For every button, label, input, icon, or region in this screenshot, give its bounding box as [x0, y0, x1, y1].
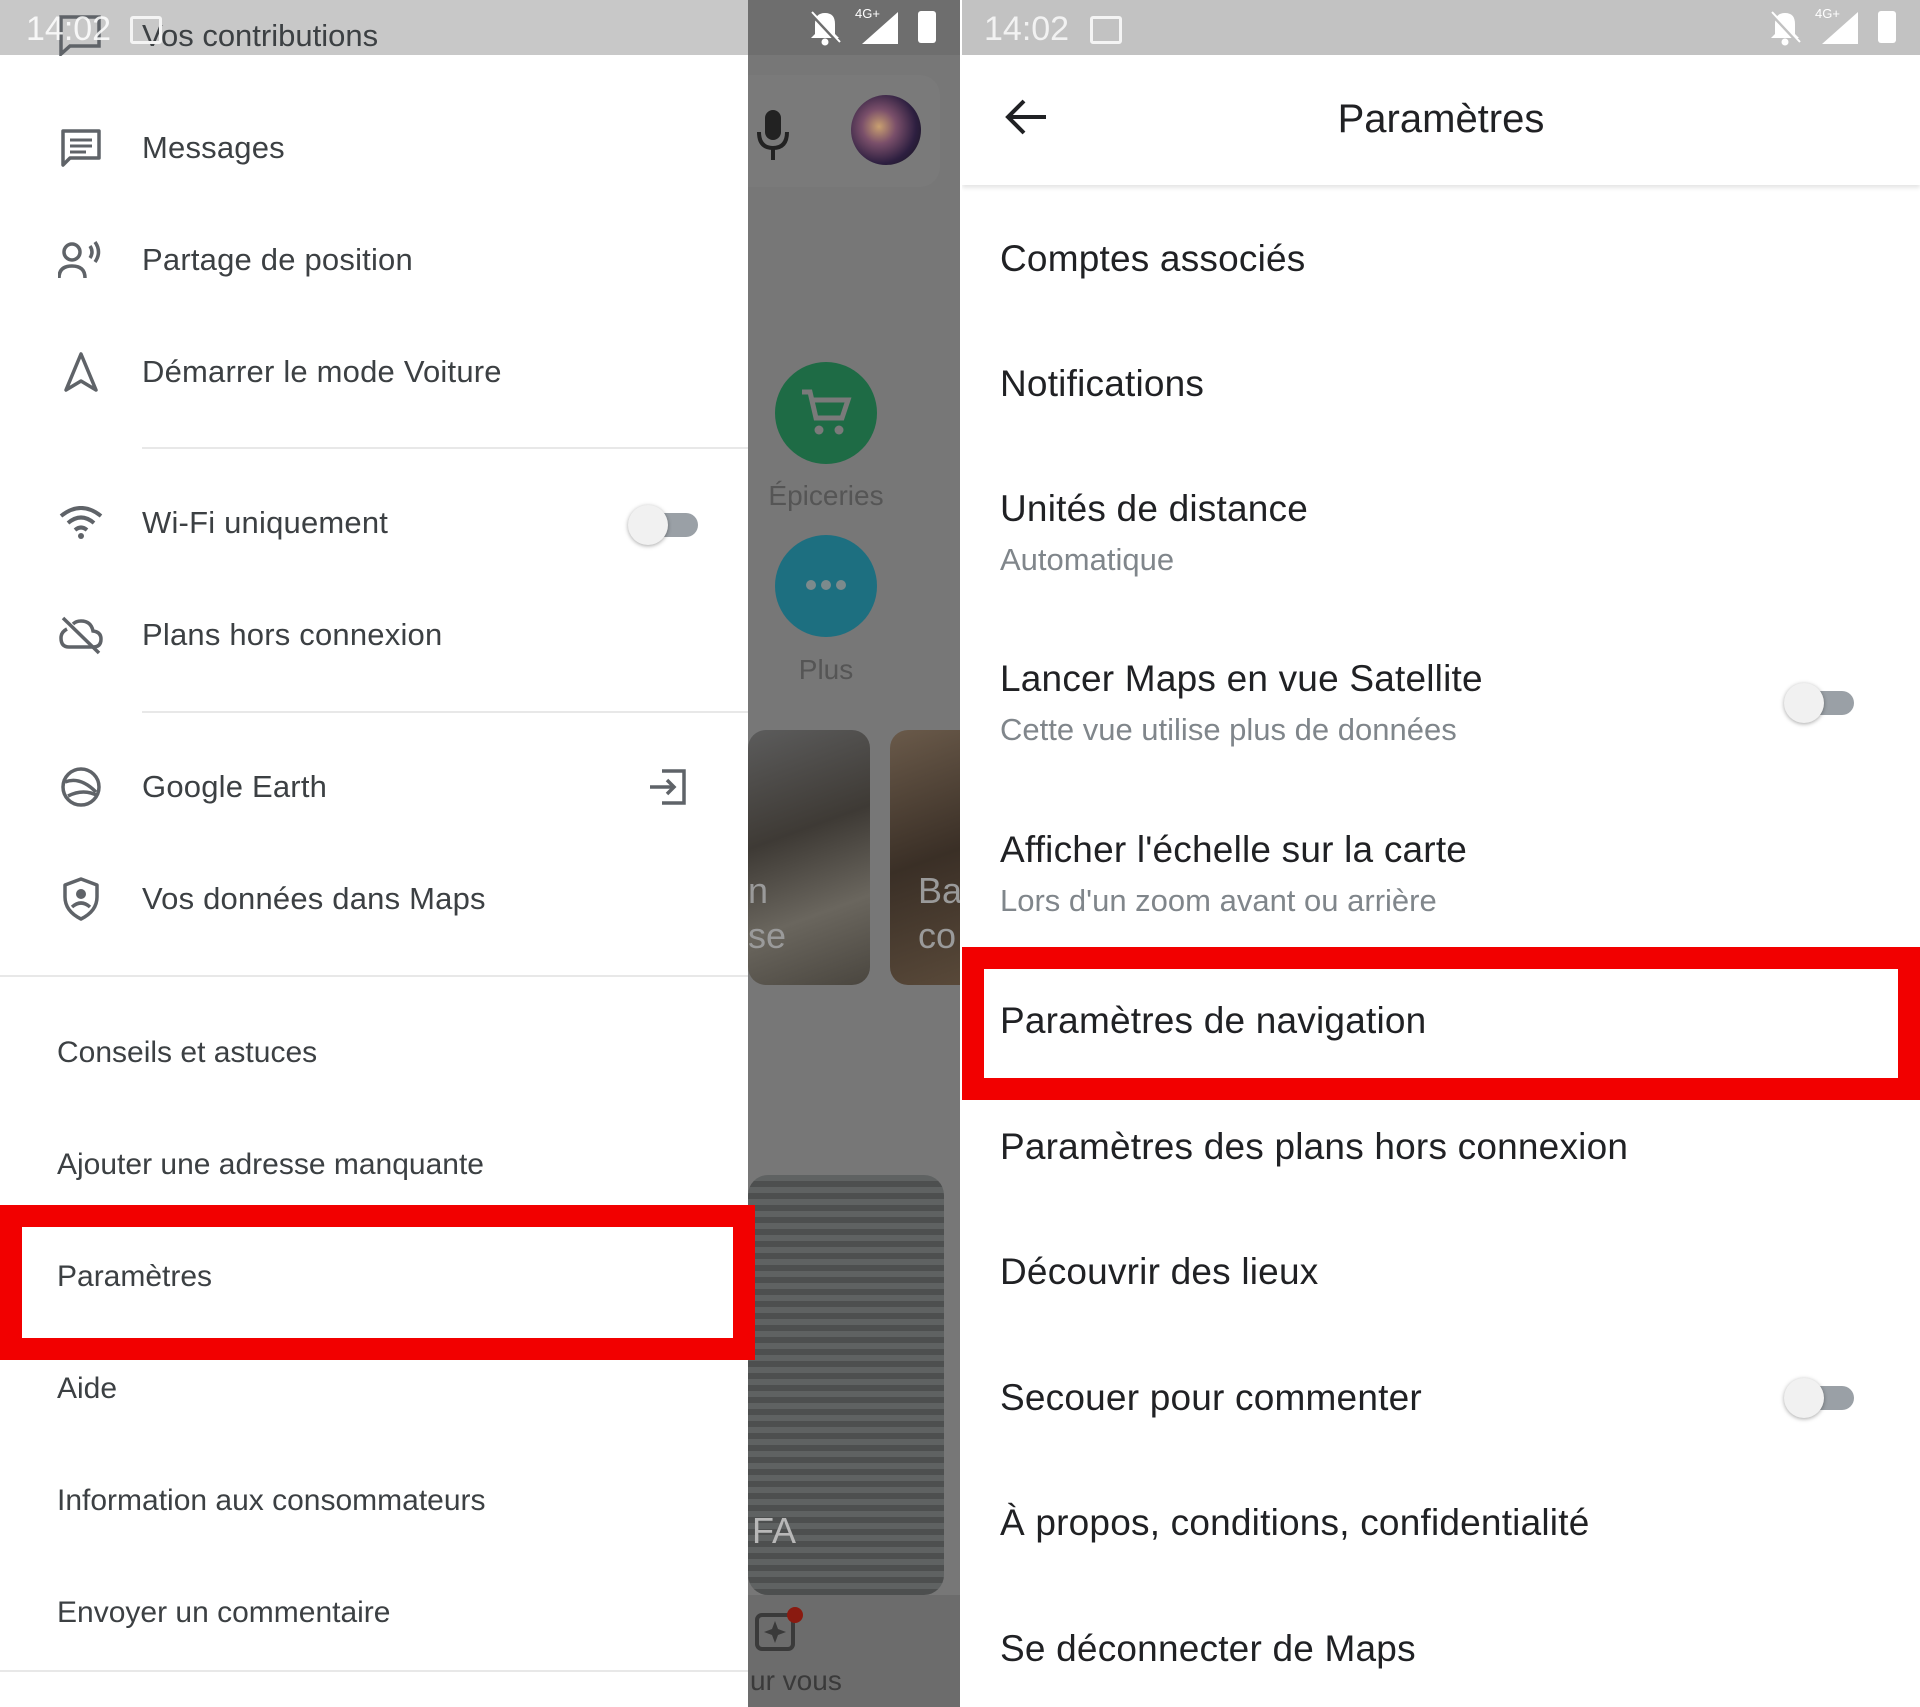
divider: [0, 975, 748, 977]
status-time: 14:02: [26, 10, 112, 48]
drawer-item-add-address[interactable]: Ajouter une adresse manquante: [0, 1115, 748, 1215]
category-label-more: Plus: [798, 654, 854, 685]
place-card-photo: n se: [748, 730, 870, 985]
navigation-arrow-icon: [58, 349, 104, 395]
settings-item-sign-out[interactable]: Se déconnecter de Maps: [1000, 1628, 1416, 1670]
divider: [0, 1670, 748, 1672]
shield-icon: [58, 876, 104, 922]
drawer-item-tips[interactable]: Conseils et astuces: [0, 1003, 748, 1103]
bottom-nav: ur vous: [748, 1595, 960, 1707]
drawer-item-label: Plans hors connexion: [142, 617, 443, 652]
drawer-item-location-sharing[interactable]: Partage de position: [0, 210, 748, 310]
left-screen: Épiceries Plus n se Ba co FA ur vous Mes…: [0, 0, 960, 1707]
drawer-item-label: Démarrer le mode Voiture: [142, 354, 502, 389]
drawer-item-label: Ajouter une adresse manquante: [57, 1148, 484, 1181]
bottom-nav-label: ur vous: [750, 1665, 842, 1696]
app-bar: Paramètres: [962, 55, 1920, 185]
wifi-only-toggle[interactable]: [628, 503, 700, 545]
right-screen: 14:02 4G+ Paramètres Comptes associés No…: [962, 0, 1920, 1707]
settings-item-title: Lancer Maps en vue Satellite: [1000, 658, 1483, 699]
satellite-view-toggle[interactable]: [1784, 681, 1856, 723]
card-text: n: [748, 870, 769, 911]
drawer-item-label: Information aux consommateurs: [57, 1484, 486, 1517]
battery-icon: [918, 11, 936, 43]
signal-icon: [1822, 12, 1860, 49]
settings-item-title: Notifications: [1000, 363, 1205, 404]
settings-item-title: Unités de distance: [1000, 488, 1309, 529]
location-sharing-icon: [58, 237, 104, 283]
settings-item-subtitle: Lors d'un zoom avant ou arrière: [1000, 883, 1437, 918]
battery-icon: [1878, 11, 1896, 43]
notifications-off-icon: [808, 10, 842, 51]
drawer-item-messages[interactable]: Messages: [0, 98, 748, 198]
drawer-item-google-earth[interactable]: Google Earth: [0, 737, 748, 837]
settings-item-title: Paramètres des plans hors connexion: [1000, 1126, 1629, 1167]
stadium-text: FA: [752, 1510, 797, 1551]
drawer-item-label: Wi-Fi uniquement: [142, 505, 389, 540]
google-earth-icon: [58, 764, 104, 810]
settings-item-notifications[interactable]: Notifications: [1000, 363, 1204, 405]
card-text: co: [918, 915, 957, 956]
message-icon: [58, 125, 104, 171]
settings-item-offline-maps-settings[interactable]: Paramètres des plans hors connexion: [1000, 1126, 1628, 1168]
highlight-navigation-settings: [962, 947, 1920, 1100]
card-text: Ba: [918, 870, 960, 911]
settings-item-show-scale[interactable]: Afficher l'échelle sur la carte Lors d'u…: [1000, 829, 1467, 919]
drawer-item-your-data[interactable]: Vos données dans Maps: [0, 849, 748, 949]
open-external-icon: [648, 767, 688, 812]
drawer-item-contributions[interactable]: Vos contributions: [142, 18, 378, 54]
cart-icon: [800, 388, 852, 443]
settings-item-title: Découvrir des lieux: [1000, 1251, 1319, 1292]
highlight-settings: [0, 1205, 755, 1360]
settings-item-title: Se déconnecter de Maps: [1000, 1628, 1416, 1669]
drawer-item-label: Conseils et astuces: [57, 1036, 318, 1069]
wifi-icon: [58, 500, 104, 546]
drawer-item-label: Google Earth: [142, 769, 328, 804]
settings-item-about[interactable]: À propos, conditions, confidentialité: [1000, 1502, 1589, 1544]
place-card-photo: Ba co: [890, 730, 960, 985]
settings-item-title: Comptes associés: [1000, 238, 1306, 279]
page-title: Paramètres: [1337, 97, 1545, 141]
settings-item-distance-units[interactable]: Unités de distance Automatique: [1000, 488, 1308, 578]
card-text: se: [748, 915, 787, 956]
notifications-off-icon: [1768, 10, 1802, 51]
settings-item-linked-accounts[interactable]: Comptes associés: [1000, 238, 1306, 280]
status-time: 14:02: [984, 10, 1070, 48]
drawer-item-label: Aide: [57, 1372, 118, 1405]
settings-item-explore-places[interactable]: Découvrir des lieux: [1000, 1251, 1318, 1293]
mic-icon: [755, 108, 791, 169]
category-label-groceries: Épiceries: [768, 480, 884, 511]
drawer-item-driving-mode[interactable]: Démarrer le mode Voiture: [0, 322, 748, 422]
cloud-off-icon: [58, 612, 104, 658]
for-you-icon: [753, 1607, 803, 1662]
drawer-item-wifi-only[interactable]: Wi-Fi uniquement: [0, 473, 748, 573]
signal-icon: [862, 12, 900, 49]
settings-item-satellite-view[interactable]: Lancer Maps en vue Satellite Cette vue u…: [1000, 658, 1483, 748]
stadium-photo: FA: [748, 1175, 944, 1595]
drawer-item-label: Messages: [142, 130, 285, 165]
settings-item-shake-feedback[interactable]: Secouer pour commenter: [1000, 1377, 1422, 1419]
drawer-item-consumer-info[interactable]: Information aux consommateurs: [0, 1451, 748, 1551]
navigation-drawer: Messages Partage de position Démarrer le…: [0, 55, 748, 1707]
settings-item-title: Secouer pour commenter: [1000, 1377, 1422, 1418]
settings-item-subtitle: Cette vue utilise plus de données: [1000, 712, 1457, 747]
settings-item-subtitle: Automatique: [1000, 542, 1175, 577]
image-notification-icon: [1090, 16, 1122, 44]
avatar: [851, 95, 921, 165]
more-dots-icon: [805, 578, 847, 597]
divider: [142, 447, 748, 449]
drawer-item-offline-maps[interactable]: Plans hors connexion: [0, 585, 748, 685]
drawer-item-label: Partage de position: [142, 242, 413, 277]
drawer-item-send-feedback[interactable]: Envoyer un commentaire: [0, 1563, 748, 1663]
divider: [142, 711, 748, 713]
drawer-item-label: Envoyer un commentaire: [57, 1596, 391, 1629]
shake-feedback-toggle[interactable]: [1784, 1376, 1856, 1418]
settings-item-title: À propos, conditions, confidentialité: [1000, 1502, 1590, 1543]
image-notification-icon: [130, 16, 162, 44]
drawer-item-label: Vos données dans Maps: [142, 881, 486, 916]
settings-item-title: Afficher l'échelle sur la carte: [1000, 829, 1468, 870]
